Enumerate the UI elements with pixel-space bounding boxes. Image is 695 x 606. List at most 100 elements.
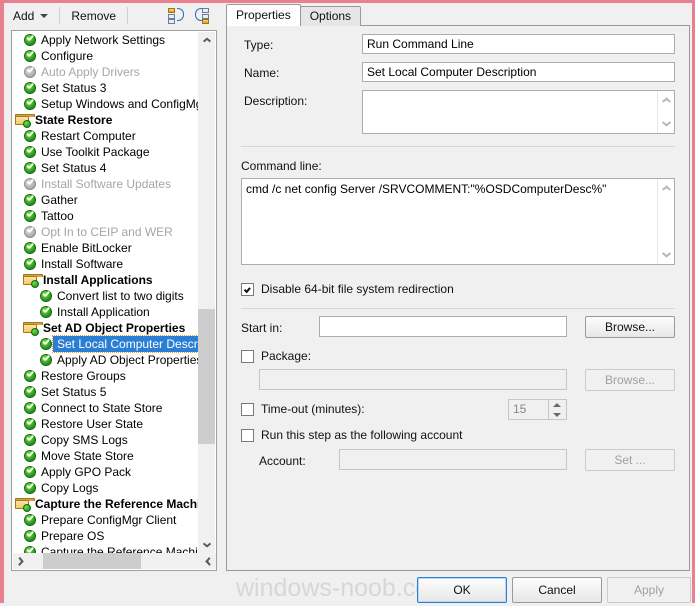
timeout-label: Time-out (minutes): xyxy=(261,402,365,416)
start-in-input[interactable] xyxy=(319,316,567,337)
horizontal-scrollbar-thumb[interactable] xyxy=(43,553,141,569)
toolbar-separator-2 xyxy=(127,7,129,24)
timeout-stepper: 15 xyxy=(508,399,567,420)
run-as-row[interactable]: Run this step as the following account xyxy=(241,428,462,442)
tab-options[interactable]: Options xyxy=(299,6,362,26)
tree-item[interactable]: Tattoo xyxy=(13,208,198,224)
tree-item[interactable]: Set Status 3 xyxy=(13,80,198,96)
description-scrollbar[interactable] xyxy=(657,91,674,133)
command-line-textarea[interactable]: cmd /c net config Server /SRVCOMMENT:"%O… xyxy=(241,178,675,265)
tree-item[interactable]: Auto Apply Drivers xyxy=(13,64,198,80)
command-line-value: cmd /c net config Server /SRVCOMMENT:"%O… xyxy=(246,182,607,196)
toolbar-icon-group xyxy=(168,7,220,25)
tree-item[interactable]: Restore User State xyxy=(13,416,198,432)
tree-item[interactable]: Enable BitLocker xyxy=(13,240,198,256)
ok-button[interactable]: OK xyxy=(417,577,507,603)
cancel-button[interactable]: Cancel xyxy=(512,577,602,603)
green-check-icon xyxy=(23,465,37,479)
description-scroll-down[interactable] xyxy=(658,116,674,132)
tree-item[interactable]: Set AD Object Properties xyxy=(13,320,198,336)
package-row[interactable]: Package: xyxy=(241,349,311,363)
tree-item[interactable]: Restore Groups xyxy=(13,368,198,384)
tree-item-label: Connect to State Store xyxy=(41,401,163,415)
type-value: Run Command Line xyxy=(362,34,675,54)
green-check-icon xyxy=(23,513,37,527)
disabled-check-icon xyxy=(23,225,37,239)
tree-item[interactable]: Install Application xyxy=(13,304,198,320)
tree-item[interactable]: Gather xyxy=(13,192,198,208)
tree-item[interactable]: State Restore xyxy=(13,112,198,128)
run-as-checkbox[interactable] xyxy=(241,428,254,442)
tree-toolbar: Add Remove xyxy=(6,3,220,28)
green-check-icon xyxy=(23,193,37,207)
scroll-right-arrow[interactable] xyxy=(200,553,216,569)
scroll-down-arrow[interactable] xyxy=(198,537,215,554)
tab-panel-seam xyxy=(227,24,285,26)
name-input[interactable] xyxy=(362,62,675,82)
tree-item[interactable]: Setup Windows and ConfigMgr xyxy=(13,96,198,112)
tree-item-label: Apply AD Object Properties xyxy=(57,353,198,367)
tree-item[interactable]: Apply Network Settings xyxy=(13,32,198,48)
tree-vertical-scrollbar[interactable] xyxy=(198,32,215,554)
tree-item[interactable]: Capture the Reference Machine xyxy=(13,496,198,512)
move-group-up-icon[interactable] xyxy=(193,7,212,25)
timeout-decrement xyxy=(549,410,565,419)
command-line-scroll-down[interactable] xyxy=(658,247,674,263)
task-sequence-tree[interactable]: Apply Network Settings Configure Auto Appl… xyxy=(11,30,217,571)
timeout-checkbox[interactable] xyxy=(241,402,254,416)
tree-item[interactable]: Prepare OS xyxy=(13,528,198,544)
tree-item[interactable]: Prepare ConfigMgr Client xyxy=(13,512,198,528)
task-sequence-editor: Add Remove Apply Network Settings Config… xyxy=(4,3,692,603)
tree-item[interactable]: Restart Computer xyxy=(13,128,198,144)
tree-item-label: Prepare OS xyxy=(41,529,105,543)
tree-item[interactable]: Opt In to CEIP and WER xyxy=(13,224,198,240)
add-button[interactable]: Add xyxy=(6,6,55,26)
task-sequence-tree-list[interactable]: Apply Network Settings Configure Auto Appl… xyxy=(13,32,198,554)
command-line-scroll-up[interactable] xyxy=(658,180,674,196)
disable-redirection-checkbox[interactable] xyxy=(241,282,254,296)
package-checkbox[interactable] xyxy=(241,349,254,363)
tree-item[interactable]: Use Toolkit Package xyxy=(13,144,198,160)
tree-item[interactable]: Apply GPO Pack xyxy=(13,464,198,480)
timeout-row[interactable]: Time-out (minutes): xyxy=(241,402,365,416)
description-textarea[interactable] xyxy=(362,90,675,134)
green-check-icon xyxy=(23,401,37,415)
tree-item[interactable]: Install Software Updates xyxy=(13,176,198,192)
move-group-down-icon[interactable] xyxy=(168,7,187,25)
tree-item[interactable]: Copy SMS Logs xyxy=(13,432,198,448)
tree-item[interactable]: Move State Store xyxy=(13,448,198,464)
tree-item[interactable]: Set Status 5 xyxy=(13,384,198,400)
tree-item-label: Copy SMS Logs xyxy=(41,433,128,447)
tree-item-selected[interactable]: Set Local Computer Description xyxy=(13,335,198,353)
command-line-label: Command line: xyxy=(241,159,322,173)
tree-item[interactable]: Convert list to two digits xyxy=(13,288,198,304)
scroll-up-arrow[interactable] xyxy=(198,32,215,49)
start-in-browse-button[interactable]: Browse... xyxy=(585,316,675,338)
disable-redirection-label: Disable 64-bit file system redirection xyxy=(261,282,454,296)
tree-horizontal-scrollbar[interactable] xyxy=(13,553,216,569)
tree-item[interactable]: Apply AD Object Properties xyxy=(13,352,198,368)
folder-group-icon xyxy=(23,273,43,288)
tree-item-label: Restore User State xyxy=(41,417,144,431)
vertical-scrollbar-thumb[interactable] xyxy=(198,309,215,444)
description-scroll-up[interactable] xyxy=(658,92,674,108)
command-line-scrollbar[interactable] xyxy=(657,179,674,264)
tree-item[interactable]: Connect to State Store xyxy=(13,400,198,416)
divider-2 xyxy=(241,308,675,309)
tree-item[interactable]: Install Applications xyxy=(13,272,198,288)
tree-item-label: Apply Network Settings xyxy=(41,33,166,47)
tab-properties[interactable]: Properties xyxy=(226,4,301,26)
tree-item-label: Copy Logs xyxy=(41,481,99,495)
tree-item[interactable]: Configure xyxy=(13,48,198,64)
green-check-icon xyxy=(39,353,53,367)
tree-item-label: Convert list to two digits xyxy=(57,289,184,303)
tree-item[interactable]: Install Software xyxy=(13,256,198,272)
tree-item[interactable]: Copy Logs xyxy=(13,480,198,496)
tree-item[interactable]: Set Status 4 xyxy=(13,160,198,176)
remove-button[interactable]: Remove xyxy=(64,6,123,26)
tree-item-label: Use Toolkit Package xyxy=(41,145,150,159)
green-check-icon xyxy=(23,481,37,495)
apply-button: Apply xyxy=(607,577,691,603)
scroll-left-arrow[interactable] xyxy=(13,553,29,569)
disable-redirection-row[interactable]: Disable 64-bit file system redirection xyxy=(241,282,454,296)
